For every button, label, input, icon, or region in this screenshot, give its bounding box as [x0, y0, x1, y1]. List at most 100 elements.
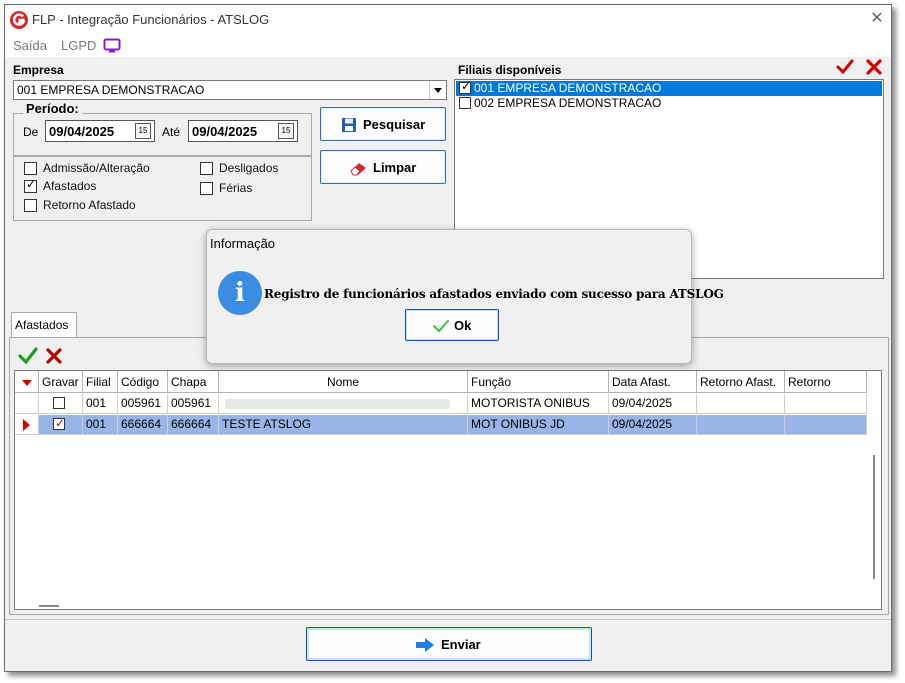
header-retorno[interactable]: Retorno — [785, 371, 867, 393]
date-to-input[interactable]: 09/04/2025 15 — [188, 120, 298, 142]
date-to-value: 09/04/2025 — [192, 124, 258, 139]
date-from-value: 09/04/2025 — [49, 124, 115, 139]
periodo-label: Período: — [23, 101, 82, 116]
header-codigo[interactable]: Código — [118, 371, 168, 393]
checkmark-icon: ✓ — [55, 416, 66, 430]
checkmark-icon — [433, 320, 449, 333]
table-row[interactable]: ✓ 001 666664 666664 TESTE ATSLOG MOT ONI… — [15, 415, 867, 435]
calendar-icon[interactable]: 15 — [278, 123, 294, 139]
checkmark-icon: ✓ — [461, 79, 472, 93]
enviar-button[interactable]: Enviar — [306, 627, 592, 661]
ok-label: Ok — [454, 318, 472, 333]
afastados-label: Afastados — [43, 179, 97, 193]
codigo-cell: 005961 — [118, 394, 168, 414]
pesquisar-label: Pesquisar — [363, 117, 426, 132]
header-gravar[interactable]: Gravar — [39, 371, 83, 393]
table-row[interactable]: 001 005961 005961 MOTORISTA ONIBUS 09/04… — [15, 394, 867, 414]
filial-cell: 001 — [83, 394, 118, 414]
check-all-icon[interactable] — [836, 59, 854, 75]
header-filial[interactable]: Filial — [83, 371, 118, 393]
checkmark-icon: ✓ — [26, 177, 37, 191]
ferias-checkbox[interactable] — [200, 182, 213, 195]
calendar-icon[interactable]: 15 — [135, 123, 151, 139]
empresa-selected-value: 001 EMPRESA DEMONSTRACAO — [17, 83, 205, 97]
gravar-cell[interactable]: ✓ — [39, 415, 83, 435]
filial-label: 002 EMPRESA DEMONSTRACAO — [474, 96, 662, 110]
menu-lgpd[interactable]: LGPD — [61, 38, 96, 53]
desligados-checkbox[interactable] — [200, 162, 213, 175]
filial-cell: 001 — [83, 415, 118, 435]
codigo-cell: 666664 — [118, 415, 168, 435]
header-funcao[interactable]: Função — [468, 371, 609, 393]
gravar-checkbox[interactable] — [53, 397, 65, 409]
uncheck-all-icon[interactable] — [866, 59, 882, 75]
date-to-label: Até — [162, 125, 181, 139]
header-chapa[interactable]: Chapa — [168, 371, 219, 393]
redacted-name — [225, 399, 450, 409]
app-logo-icon — [10, 11, 28, 29]
dialog-title: Informação — [210, 236, 276, 251]
close-icon[interactable] — [46, 348, 62, 364]
enviar-label: Enviar — [441, 637, 481, 652]
filial-label: 001 EMPRESA DEMONSTRACAO — [474, 81, 662, 95]
gravar-checkbox[interactable]: ✓ — [53, 416, 66, 430]
nome-cell: TESTE ATSLOG — [219, 415, 468, 435]
limpar-button[interactable]: Limpar — [320, 150, 446, 184]
retorno-cell — [785, 394, 867, 414]
date-from-input[interactable]: 09/04/2025 15 — [45, 120, 155, 142]
filial-checkbox[interactable]: ✓ — [459, 79, 472, 94]
info-dialog: Informação i Registro de funcionários af… — [206, 229, 724, 364]
chevron-down-icon[interactable] — [429, 81, 446, 99]
funcao-cell: MOT ONIBUS JD — [468, 415, 609, 435]
admissao-checkbox[interactable] — [24, 162, 37, 175]
list-item[interactable]: ✓ 001 EMPRESA DEMONSTRACAO — [456, 79, 882, 96]
funcao-cell: MOTORISTA ONIBUS — [468, 394, 609, 414]
sort-down-icon — [22, 380, 32, 386]
retorno-afast-cell — [697, 394, 785, 414]
afastados-grid[interactable]: Gravar Filial Código Chapa Nome Função D… — [14, 370, 882, 610]
gravar-cell[interactable] — [39, 394, 83, 414]
tab-afastados-label: Afastados — [15, 318, 69, 332]
retorno-cell — [785, 415, 867, 435]
retorno-checkbox[interactable] — [24, 199, 37, 212]
limpar-label: Limpar — [373, 160, 417, 175]
pesquisar-button[interactable]: Pesquisar — [320, 107, 446, 141]
dialog-message: Registro de funcionários afastados envia… — [264, 287, 724, 301]
tab-afastados[interactable]: Afastados — [11, 312, 77, 337]
header-retorno-afast[interactable]: Retorno Afast. — [697, 371, 785, 393]
row-indicator — [15, 394, 39, 414]
ok-button[interactable]: Ok — [405, 309, 499, 341]
menu-saida[interactable]: Saída — [13, 38, 47, 53]
retorno-afast-cell — [697, 415, 785, 435]
vertical-scrollbar[interactable] — [873, 455, 875, 579]
ferias-label: Férias — [219, 181, 253, 195]
info-icon: i — [218, 271, 262, 315]
desligados-label: Desligados — [219, 161, 279, 175]
checkmark-icon[interactable] — [18, 347, 38, 365]
empresa-label: Empresa — [13, 63, 64, 77]
close-icon[interactable]: ✕ — [867, 9, 887, 29]
row-indicator — [15, 415, 39, 435]
retorno-label: Retorno Afastado — [43, 198, 136, 212]
menu-bar: Saída LGPD — [5, 35, 891, 57]
date-from-label: De — [23, 125, 39, 139]
current-row-icon — [23, 419, 30, 431]
filial-checkbox[interactable] — [459, 97, 471, 109]
admissao-label: Admissão/Alteração — [43, 161, 150, 175]
chapa-cell: 005961 — [168, 394, 219, 414]
nome-cell — [219, 394, 468, 414]
afastados-checkbox[interactable]: ✓ — [24, 177, 37, 193]
divider — [5, 619, 891, 620]
list-item[interactable]: 002 EMPRESA DEMONSTRACAO — [456, 96, 882, 111]
header-nome[interactable]: Nome — [219, 371, 468, 393]
window-title: FLP - Integração Funcionários - ATSLOG — [32, 12, 270, 27]
empresa-select[interactable]: 001 EMPRESA DEMONSTRACAO — [13, 80, 447, 100]
header-data-afast[interactable]: Data Afast. — [609, 371, 697, 393]
save-disk-icon — [342, 118, 356, 132]
arrow-right-icon — [416, 638, 434, 652]
eraser-icon — [350, 163, 366, 176]
monitor-icon[interactable] — [103, 38, 121, 53]
title-bar: FLP - Integração Funcionários - ATSLOG ✕ — [5, 5, 891, 35]
horizontal-scrollbar[interactable] — [39, 605, 59, 607]
filiais-label: Filiais disponíveis — [458, 63, 562, 77]
